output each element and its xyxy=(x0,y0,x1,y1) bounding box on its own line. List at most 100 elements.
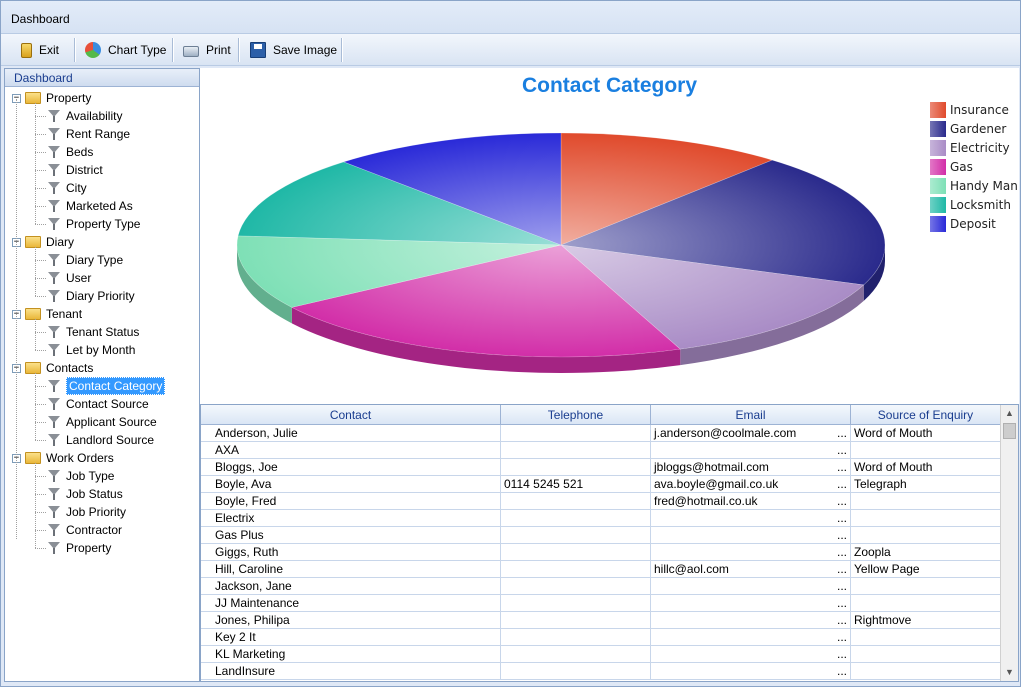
title-bar: Dashboard xyxy=(1,1,1020,34)
tree-item-property[interactable]: Property xyxy=(47,539,111,557)
tree-group-property[interactable]: − Property xyxy=(12,89,91,107)
table-row[interactable]: Anderson, Julie j.anderson@coolmale.com..… xyxy=(201,425,1001,442)
column-header-email[interactable]: Email xyxy=(651,405,851,425)
table-row[interactable]: Gas Plus... xyxy=(201,527,1001,544)
column-header-telephone[interactable]: Telephone xyxy=(501,405,651,425)
email-ellipsis-button[interactable]: ... xyxy=(837,425,847,441)
tree-item-job-status[interactable]: Job Status xyxy=(47,485,123,503)
tree-item-diary-priority[interactable]: Diary Priority xyxy=(47,287,135,305)
email-ellipsis-button[interactable]: ... xyxy=(837,629,847,645)
table-row[interactable]: Giggs, Ruth... Zoopla xyxy=(201,544,1001,561)
tree-item-job-priority[interactable]: Job Priority xyxy=(47,503,126,521)
cell-value: Anderson, Julie xyxy=(215,426,298,440)
email-ellipsis-button[interactable]: ... xyxy=(837,595,847,611)
toolbar-separator xyxy=(341,38,342,62)
cell-value: Boyle, Ava xyxy=(215,477,272,491)
table-row[interactable]: AXA... xyxy=(201,442,1001,459)
table-row[interactable]: Boyle, Fred fred@hotmail.co.uk... xyxy=(201,493,1001,510)
table-cell-source-of-enquiry: Telegraph xyxy=(851,476,1001,493)
tree-item-let-by-month[interactable]: Let by Month xyxy=(47,341,135,359)
tree-item-tenant-status[interactable]: Tenant Status xyxy=(47,323,139,341)
email-ellipsis-button[interactable]: ... xyxy=(837,442,847,458)
tree-item-availability[interactable]: Availability xyxy=(47,107,122,125)
legend-swatch xyxy=(930,158,946,175)
email-ellipsis-button[interactable]: ... xyxy=(837,510,847,526)
legend-swatch xyxy=(930,177,946,194)
table-cell-contact: Giggs, Ruth xyxy=(201,544,501,561)
table-row[interactable]: Electrix... xyxy=(201,510,1001,527)
tree-item-contact-category[interactable]: Contact Category xyxy=(47,377,166,395)
tree-item-applicant-source[interactable]: Applicant Source xyxy=(47,413,157,431)
filter-funnel-icon xyxy=(47,505,61,519)
exit-button[interactable]: Exit xyxy=(15,37,65,63)
tree-item-district[interactable]: District xyxy=(47,161,103,179)
legend-label: Insurance xyxy=(950,102,1009,117)
table-cell-contact: Key 2 It xyxy=(201,629,501,646)
table-row[interactable]: KL Marketing... xyxy=(201,646,1001,663)
table-row[interactable]: JJ Maintenance... xyxy=(201,595,1001,612)
scroll-thumb[interactable] xyxy=(1003,423,1016,439)
save-image-button[interactable]: Save Image xyxy=(244,37,343,63)
filter-funnel-icon xyxy=(47,289,61,303)
email-ellipsis-button[interactable]: ... xyxy=(837,476,847,492)
chart-type-button[interactable]: Chart Type xyxy=(79,37,172,63)
tree-item-marketed-as[interactable]: Marketed As xyxy=(47,197,133,215)
table-row[interactable]: Key 2 It... xyxy=(201,629,1001,646)
cell-value: Boyle, Fred xyxy=(215,494,277,508)
legend-swatch xyxy=(930,139,946,156)
tree-item-landlord-source[interactable]: Landlord Source xyxy=(47,431,154,449)
contacts-grid: Contact Telephone Email Source of Enquiry A… xyxy=(200,404,1019,682)
email-ellipsis-button[interactable]: ... xyxy=(837,493,847,509)
tree-item-label: Landlord Source xyxy=(66,433,155,447)
tree-connector xyxy=(35,530,46,531)
legend-item-insurance: Insurance xyxy=(930,100,1009,119)
scroll-down-icon[interactable]: ▼ xyxy=(1001,664,1018,681)
table-row[interactable]: Bloggs, Joe jbloggs@hotmail.com... Word of… xyxy=(201,459,1001,476)
column-header-contact[interactable]: Contact xyxy=(201,405,501,425)
tree-item-city[interactable]: City xyxy=(47,179,87,197)
email-ellipsis-button[interactable]: ... xyxy=(837,459,847,475)
tree-item-label: Applicant Source xyxy=(66,415,157,429)
legend-swatch xyxy=(930,120,946,137)
table-cell-contact: LandInsure xyxy=(201,663,501,680)
table-row[interactable]: Jackson, Jane... xyxy=(201,578,1001,595)
email-ellipsis-button[interactable]: ... xyxy=(837,612,847,628)
cell-value: KL Marketing xyxy=(215,647,286,661)
email-ellipsis-button[interactable]: ... xyxy=(837,663,847,679)
table-row[interactable]: Jones, Philipa... Rightmove xyxy=(201,612,1001,629)
print-button[interactable]: Print xyxy=(177,37,237,63)
tree-group-tenant[interactable]: − Tenant xyxy=(12,305,82,323)
tree-item-property-type[interactable]: Property Type xyxy=(47,215,140,233)
email-ellipsis-button[interactable]: ... xyxy=(837,544,847,560)
email-ellipsis-button[interactable]: ... xyxy=(837,646,847,662)
folder-icon xyxy=(25,308,41,320)
email-ellipsis-button[interactable]: ... xyxy=(837,527,847,543)
table-cell-telephone xyxy=(501,544,651,561)
email-ellipsis-button[interactable]: ... xyxy=(837,578,847,594)
table-cell-contact: Jones, Philipa xyxy=(201,612,501,629)
column-header-source-of-enquiry[interactable]: Source of Enquiry xyxy=(851,405,1001,425)
tree-group-contacts[interactable]: − Contacts xyxy=(12,359,93,377)
tree-group-work-orders[interactable]: − Work Orders xyxy=(12,449,114,467)
tree-group-diary[interactable]: − Diary xyxy=(12,233,74,251)
tree-item-job-type[interactable]: Job Type xyxy=(47,467,114,485)
tree-item-contact-source[interactable]: Contact Source xyxy=(47,395,149,413)
cell-value: Hill, Caroline xyxy=(215,562,284,576)
tree-item-user[interactable]: User xyxy=(47,269,91,287)
tree-item-diary-type[interactable]: Diary Type xyxy=(47,251,123,269)
tree-group-label: Work Orders xyxy=(46,451,114,465)
table-row[interactable]: LandInsure... xyxy=(201,663,1001,680)
tree-connector xyxy=(16,99,17,539)
tree-connector xyxy=(35,296,46,297)
toolbar-separator xyxy=(238,38,239,62)
tree-item-contractor[interactable]: Contractor xyxy=(47,521,122,539)
table-row[interactable]: Hill, Caroline hillc@aol.com... Yellow Pag… xyxy=(201,561,1001,578)
scroll-up-icon[interactable]: ▲ xyxy=(1001,405,1018,422)
email-ellipsis-button[interactable]: ... xyxy=(837,561,847,577)
tree-item-beds[interactable]: Beds xyxy=(47,143,93,161)
chart-type-label: Chart Type xyxy=(108,43,167,57)
tree-connector xyxy=(35,152,46,153)
vertical-scrollbar[interactable]: ▲ ▼ xyxy=(1000,405,1018,681)
table-row[interactable]: Boyle, Ava 0114 5245 521 ava.boyle@gmail.c… xyxy=(201,476,1001,493)
tree-item-rent-range[interactable]: Rent Range xyxy=(47,125,130,143)
